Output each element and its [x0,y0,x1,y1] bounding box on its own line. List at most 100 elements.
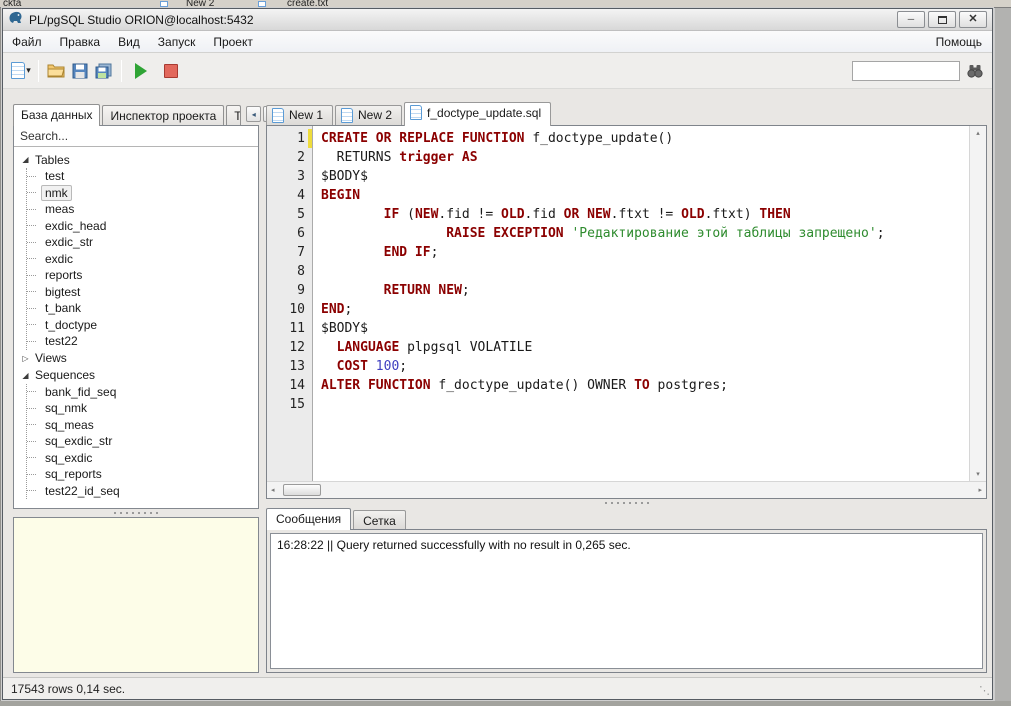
tree-collapsed-icon[interactable]: ▷ [21,354,30,363]
toolbar-search-input[interactable] [852,61,960,81]
resize-grip-icon[interactable]: ⋱ [979,684,989,697]
stop-button[interactable] [159,58,183,84]
scroll-down-icon[interactable]: ▾ [976,470,980,478]
code-line[interactable]: LANGUAGE plpgsql VOLATILE [321,338,969,357]
tree-node[interactable]: ◢Tables [18,151,256,168]
code-line[interactable]: RAISE EXCEPTION 'Редактирование этой таб… [321,224,969,243]
open-folder-icon [47,63,65,78]
tree-item[interactable]: t_doctype [27,317,256,334]
code-editor: 123456789101112131415 CREATE OR REPLACE … [266,125,987,499]
run-icon [135,63,147,79]
new-file-button[interactable]: ▾ [9,58,33,84]
editor-tab[interactable]: New 1 [266,105,333,125]
document-icon [272,108,284,123]
run-button[interactable] [127,58,151,84]
background-tab-fragment: create.txt [287,0,328,8]
tree-item[interactable]: sq_exdic_str [27,433,256,450]
document-icon [341,108,353,123]
tree-item[interactable]: test22_id_seq [27,483,256,500]
tree-item[interactable]: exdic_str [27,234,256,251]
tree-expanded-icon[interactable]: ◢ [21,371,30,380]
tree-item[interactable]: test22 [27,333,256,350]
sidebar-tab[interactable]: Инспектор проекта [102,105,224,125]
minimize-icon: ─ [908,15,914,24]
line-number: 5 [267,205,305,224]
minimize-button[interactable]: ─ [897,11,925,28]
save-all-button[interactable] [92,58,116,84]
editor-horizontal-scrollbar[interactable]: ◂ ▸ [267,481,986,498]
tree-item[interactable]: bigtest [27,284,256,301]
code-line[interactable] [321,262,969,281]
editor-tab[interactable]: New 2 [335,105,402,125]
splitter-grip-icon [114,512,158,515]
sidebar-detail-panel[interactable] [13,517,259,673]
maximize-icon [938,16,947,24]
tree-item[interactable]: nmk [27,185,256,202]
maximize-button[interactable] [928,11,956,28]
menu-item[interactable]: Правка [51,32,110,52]
line-number: 7 [267,243,305,262]
tree-node[interactable]: ▷Views [18,350,256,367]
tree-item[interactable]: test [27,168,256,185]
sidebar-splitter[interactable] [13,509,259,517]
tree-expanded-icon[interactable]: ◢ [21,155,30,164]
find-button[interactable] [964,60,986,82]
sidebar-tab[interactable]: Т [226,105,241,125]
tree-item[interactable]: meas [27,201,256,218]
sidebar-search-input[interactable]: Search... [14,126,258,147]
menu-item-help[interactable]: Помощь [926,32,992,52]
tree-item[interactable]: exdic_head [27,218,256,235]
tree-item[interactable]: t_bank [27,300,256,317]
tree-item[interactable]: sq_nmk [27,400,256,417]
tree-item[interactable]: exdic [27,251,256,268]
code-line[interactable]: BEGIN [321,186,969,205]
close-button[interactable]: ✕ [959,11,987,28]
sidebar: База данныхИнспектор проектаТ ◂ ▸ Search… [13,93,259,673]
code-line[interactable] [321,395,969,414]
code-line[interactable]: END IF; [321,243,969,262]
sidebar-tab[interactable]: База данных [13,104,100,126]
new-file-dropdown-icon[interactable]: ▾ [26,65,31,76]
messages-tab[interactable]: Сетка [353,510,406,529]
code-line[interactable]: END; [321,300,969,319]
app-icon [8,9,24,30]
menu-item[interactable]: Файл [3,32,51,52]
tree-item[interactable]: sq_reports [27,466,256,483]
background-window-strip: ckta New 2 create.txt [0,0,1011,8]
database-panel: Search... ◢Tablestestnmkmeasexdic_headex… [13,125,259,509]
editor-messages-splitter[interactable] [266,499,987,507]
code-line[interactable]: CREATE OR REPLACE FUNCTION f_doctype_upd… [321,129,969,148]
code-line[interactable]: COST 100; [321,357,969,376]
code-line[interactable]: ALTER FUNCTION f_doctype_update() OWNER … [321,376,969,395]
code-line[interactable]: RETURN NEW; [321,281,969,300]
tree-item[interactable]: bank_fid_seq [27,384,256,401]
code-line[interactable]: $BODY$ [321,319,969,338]
code-line[interactable]: RETURNS trigger AS [321,148,969,167]
titlebar[interactable]: PL/pgSQL Studio ORION@localhost:5432 ─ ✕ [3,9,992,31]
tree-item[interactable]: sq_exdic [27,450,256,467]
scrollbar-thumb[interactable] [283,484,321,496]
tree-item[interactable]: reports [27,267,256,284]
editor-tab[interactable]: f_doctype_update.sql [404,102,551,126]
scroll-right-icon[interactable]: ▸ [978,486,982,494]
background-tab-fragment: ckta [3,0,21,8]
menu-item[interactable]: Проект [204,32,262,52]
messages-box[interactable]: 16:28:22 || Query returned successfully … [270,533,983,669]
save-button[interactable] [68,58,92,84]
tab-scroll-left-button[interactable]: ◂ [246,106,261,122]
code-text[interactable]: CREATE OR REPLACE FUNCTION f_doctype_upd… [313,126,969,481]
messages-tab[interactable]: Сообщения [266,508,351,530]
code-line[interactable]: $BODY$ [321,167,969,186]
scroll-up-icon[interactable]: ▴ [976,129,980,137]
menu-item[interactable]: Запуск [149,32,205,52]
line-number-gutter: 123456789101112131415 [267,126,313,481]
menu-item[interactable]: Вид [109,32,149,52]
app-window: PL/pgSQL Studio ORION@localhost:5432 ─ ✕… [2,8,993,700]
scroll-left-icon[interactable]: ◂ [271,486,275,494]
open-file-button[interactable] [44,58,68,84]
tree-node[interactable]: ◢Sequences [18,367,256,384]
code-line[interactable]: IF (NEW.fid != OLD.fid OR NEW.ftxt != OL… [321,205,969,224]
editor-vertical-scrollbar[interactable]: ▴ ▾ [969,126,986,481]
tree-item[interactable]: sq_meas [27,417,256,434]
messages-tabs: СообщенияСетка [266,507,987,529]
